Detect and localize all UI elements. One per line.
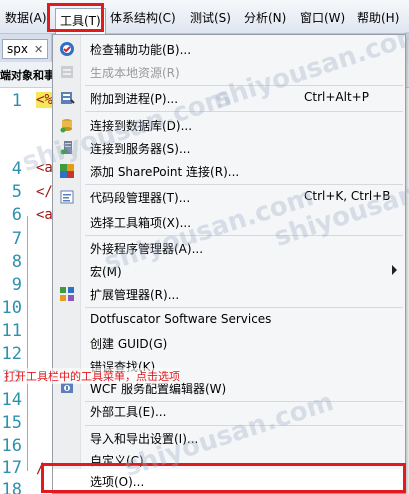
code-line: <a: [36, 160, 53, 176]
code-line: /: [36, 461, 45, 477]
menu-item-choose-toolbox-items[interactable]: 选择工具箱项(X)...: [53, 210, 405, 233]
menu-item-label: 附加到进程(P)...: [90, 92, 179, 106]
outline-collapse-line: [27, 216, 28, 471]
line-number: 18: [1, 480, 22, 494]
menu-item-dotfuscator[interactable]: Dotfuscator Software Services: [53, 308, 405, 331]
line-number: 1: [11, 91, 22, 111]
menu-item-label: 连接到数据库(D)...: [90, 119, 193, 133]
menu-item-options[interactable]: 选项(O)...: [53, 469, 405, 492]
line-number: 17: [1, 458, 22, 478]
line-number: 10: [1, 298, 22, 318]
menu-item-extension-manager[interactable]: 扩展管理器(R)...: [53, 282, 405, 305]
menu-data[interactable]: 数据(A): [5, 9, 47, 27]
line-number: 6: [11, 205, 22, 225]
menu-help[interactable]: 帮助(H): [357, 9, 399, 27]
document-tab-label: spx: [7, 42, 28, 56]
menu-item-label: 导入和导出设置(I)...: [90, 432, 199, 446]
line-number: 5: [11, 182, 22, 202]
instruction-annotation: 打开工具栏中的工具菜单，点击选项: [4, 368, 180, 384]
close-icon[interactable]: ✕: [34, 43, 43, 56]
menu-item-label: 添加 SharePoint 连接(R)...: [90, 165, 240, 179]
menu-window[interactable]: 窗口(W): [300, 9, 345, 27]
generate-resource-icon: [61, 66, 73, 78]
menu-item-label: 自定义(C)...: [90, 454, 156, 468]
line-number: 7: [11, 229, 22, 249]
object-selector[interactable]: 端对象和事: [0, 67, 55, 83]
menu-item-add-sharepoint-connection[interactable]: 添加 SharePoint 连接(R)...: [53, 159, 405, 182]
menu-item-shortcut: Ctrl+K, Ctrl+B: [304, 189, 391, 203]
line-number: 4: [11, 159, 22, 179]
line-number: 12: [1, 344, 22, 364]
menu-item-import-export-settings[interactable]: 导入和导出设置(I)...: [53, 426, 405, 449]
menu-item-check-accessibility[interactable]: 检查辅助功能(B)...: [53, 37, 405, 60]
document-tab-strip: spx ✕: [0, 34, 52, 62]
menu-item-shortcut: Ctrl+Alt+P: [304, 90, 369, 104]
menu-item-external-tools[interactable]: 外部工具(E)...: [53, 399, 405, 422]
document-tab[interactable]: spx ✕: [2, 39, 49, 59]
connect-server-icon: [60, 141, 72, 155]
line-number: 15: [1, 413, 22, 433]
menu-item-macros[interactable]: 宏(M): [53, 259, 405, 282]
code-line: <%: [36, 92, 53, 108]
menu-item-label: 生成本地资源(R): [90, 66, 180, 80]
menu-architecture[interactable]: 体系结构(C): [110, 9, 176, 27]
menu-item-label: 外接程序管理器(A)...: [90, 242, 204, 256]
menu-item-label: 代码段管理器(T)...: [90, 191, 191, 205]
menu-tools[interactable]: 工具(T): [55, 8, 106, 34]
menu-test[interactable]: 测试(S): [190, 9, 231, 27]
line-number-gutter: 1 4 5 6 7 8 9 10 11 12 13 14 15 16 17 18: [0, 88, 28, 494]
menu-item-connect-database[interactable]: 连接到数据库(D)...: [53, 113, 405, 136]
menu-item-label: 外部工具(E)...: [90, 405, 167, 419]
menu-analyze[interactable]: 分析(N): [244, 9, 286, 27]
menu-separator: [85, 111, 403, 112]
code-line: </: [36, 184, 53, 200]
line-number: 9: [11, 275, 22, 295]
menu-item-label: Dotfuscator Software Services: [90, 312, 272, 326]
line-number: 14: [1, 390, 22, 410]
main-menu-bar: 数据(A) 工具(T) 体系结构(C) 测试(S) 分析(N) 窗口(W) 帮助…: [0, 0, 409, 34]
snippet-manager-icon: [60, 190, 74, 204]
menu-item-label: 选项(O)...: [90, 475, 145, 489]
menu-item-customize[interactable]: 自定义(C)...: [53, 448, 405, 471]
line-number: 8: [11, 252, 22, 272]
code-line: <a: [36, 207, 53, 223]
menu-item-attach-to-process[interactable]: 附加到进程(P)... Ctrl+Alt+P: [53, 86, 405, 109]
menu-item-label: 检查辅助功能(B)...: [90, 43, 192, 57]
accessibility-check-icon: [60, 42, 74, 56]
menu-item-label: 选择工具箱项(X)...: [90, 216, 192, 230]
menu-item-connect-server[interactable]: 连接到服务器(S)...: [53, 136, 405, 159]
menu-item-generate-local-resource: 生成本地资源(R): [53, 60, 405, 83]
sharepoint-icon: [60, 164, 74, 178]
menu-item-label: 宏(M): [90, 265, 122, 279]
menu-item-label: 创建 GUID(G): [90, 337, 168, 351]
extension-manager-icon: [60, 287, 74, 301]
tools-dropdown-menu: 检查辅助功能(B)... 生成本地资源(R) 附加到进程(P)... Ctrl+…: [52, 34, 406, 494]
menu-item-add-in-manager[interactable]: 外接程序管理器(A)...: [53, 236, 405, 259]
menu-item-label: 扩展管理器(R)...: [90, 288, 180, 302]
connect-database-icon: [60, 119, 72, 133]
line-number: 11: [1, 321, 22, 341]
submenu-arrow-icon: [392, 265, 397, 275]
menu-item-create-guid[interactable]: 创建 GUID(G): [53, 331, 405, 354]
menu-item-label: 连接到服务器(S)...: [90, 142, 191, 156]
menu-item-code-snippets-manager[interactable]: 代码段管理器(T)... Ctrl+K, Ctrl+B: [53, 185, 405, 208]
line-number: 16: [1, 436, 22, 456]
attach-process-icon: [61, 92, 75, 104]
